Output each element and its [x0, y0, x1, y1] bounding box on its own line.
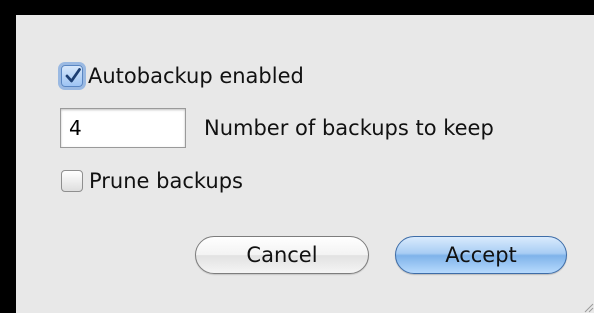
backups-row: Number of backups to keep: [60, 108, 494, 148]
prune-backups-checkbox[interactable]: [61, 170, 83, 192]
prune-row: Prune backups: [61, 169, 243, 193]
cancel-button[interactable]: Cancel: [195, 236, 369, 274]
prune-backups-label: Prune backups: [89, 169, 243, 193]
accept-button[interactable]: Accept: [395, 236, 567, 274]
resize-grip-icon[interactable]: [580, 299, 594, 313]
backups-count-label: Number of backups to keep: [204, 116, 494, 140]
backups-count-input[interactable]: [60, 108, 186, 148]
autobackup-row: Autobackup enabled: [61, 64, 304, 88]
backup-settings-dialog: Autobackup enabled Number of backups to …: [16, 15, 594, 313]
autobackup-checkbox[interactable]: [61, 65, 83, 87]
autobackup-label: Autobackup enabled: [88, 64, 304, 88]
checkmark-icon: [65, 68, 81, 83]
